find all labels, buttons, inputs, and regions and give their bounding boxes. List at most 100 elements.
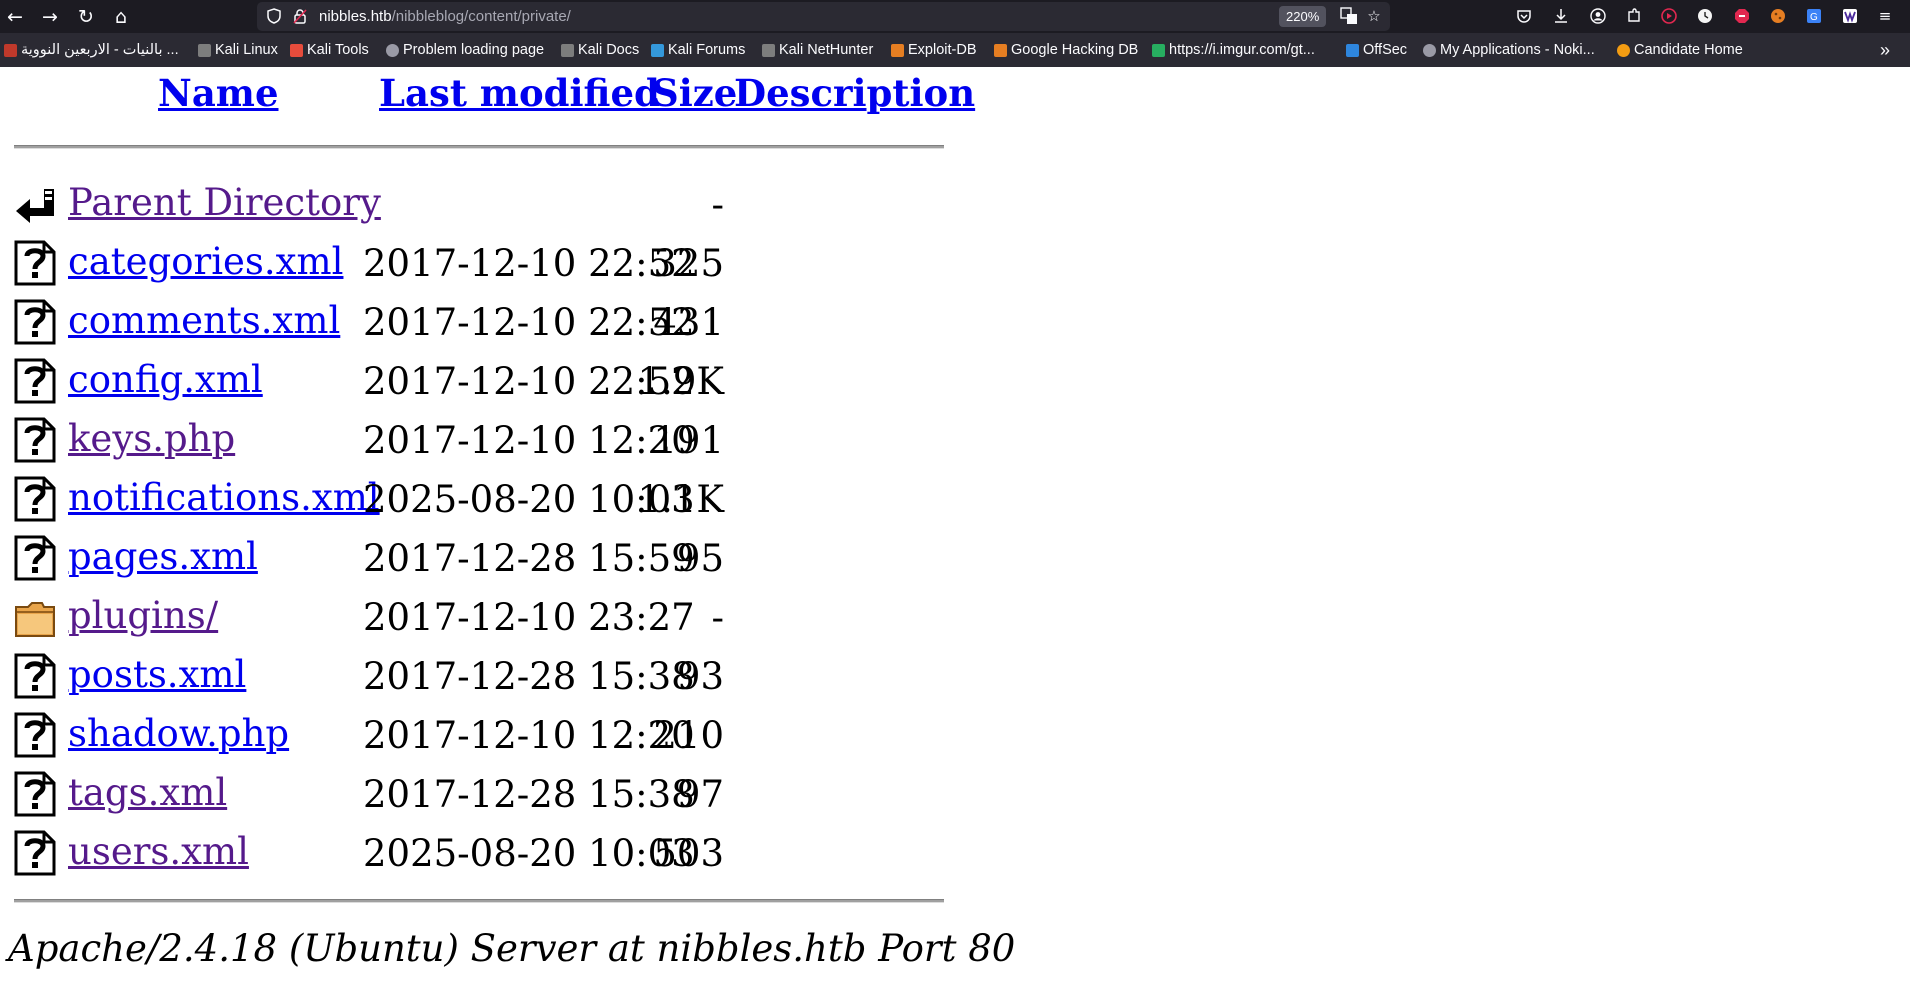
file-size: 93 bbox=[676, 655, 724, 698]
file-link[interactable]: tags.xml bbox=[68, 771, 227, 814]
bookmarks-overflow-chevron-icon[interactable]: » bbox=[1880, 40, 1890, 60]
translate-extension-icon[interactable]: G bbox=[1803, 5, 1825, 27]
file-link[interactable]: users.xml bbox=[68, 830, 249, 873]
bookmark-item[interactable]: Problem loading page bbox=[386, 41, 544, 59]
table-row: posts.xml 2017-12-28 15:38 93 bbox=[0, 647, 960, 703]
bookmark-item[interactable]: Exploit-DB bbox=[891, 41, 977, 59]
clock-extension-icon[interactable] bbox=[1694, 5, 1716, 27]
file-date: 2017-12-28 15:38 bbox=[363, 773, 695, 816]
bookmark-item[interactable]: Google Hacking DB bbox=[994, 41, 1138, 59]
download-icon[interactable] bbox=[1550, 5, 1572, 27]
bookmark-label: OffSec bbox=[1363, 42, 1408, 58]
file-size: - bbox=[711, 596, 724, 639]
bookmark-label: Kali Linux bbox=[215, 42, 278, 58]
file-date: 2017-12-10 22:52 bbox=[363, 242, 695, 285]
column-header-size[interactable]: Size bbox=[652, 71, 737, 115]
unknown-file-icon[interactable] bbox=[14, 240, 56, 286]
file-link[interactable]: shadow.php bbox=[68, 712, 289, 755]
file-link[interactable]: config.xml bbox=[68, 358, 263, 401]
bookmark-label: Kali Tools bbox=[307, 42, 369, 58]
forward-arrow-icon[interactable]: → bbox=[37, 4, 63, 30]
file-size: 210 bbox=[653, 714, 724, 757]
bookmark-item[interactable]: Candidate Home bbox=[1617, 41, 1743, 59]
account-icon[interactable] bbox=[1587, 5, 1609, 27]
file-size: 1.1K bbox=[637, 478, 724, 521]
bookmark-favicon-icon bbox=[4, 43, 17, 57]
pocket-icon[interactable] bbox=[1513, 5, 1535, 27]
bookmark-item[interactable]: OffSec bbox=[1346, 41, 1407, 59]
unknown-file-icon[interactable] bbox=[14, 476, 56, 522]
address-bar[interactable]: nibbles.htb/nibbleblog/content/private/ … bbox=[257, 2, 1390, 31]
ghdb-icon bbox=[994, 43, 1007, 57]
kali-tools-icon bbox=[290, 43, 303, 57]
globe-icon bbox=[386, 43, 399, 57]
unknown-file-icon[interactable] bbox=[14, 358, 56, 404]
unknown-file-icon[interactable] bbox=[14, 535, 56, 581]
bookmark-item[interactable]: Kali Tools bbox=[290, 41, 369, 59]
reload-icon[interactable]: ↻ bbox=[73, 4, 99, 30]
url-host: nibbles.htb bbox=[319, 8, 392, 25]
menu-icon[interactable]: ≡ bbox=[1874, 5, 1896, 27]
home-icon[interactable]: ⌂ bbox=[108, 4, 134, 30]
bookmark-item[interactable]: Kali Docs bbox=[561, 41, 639, 59]
file-link[interactable]: categories.xml bbox=[68, 240, 343, 283]
file-size: 325 bbox=[653, 242, 724, 285]
bookmark-label: https://i.imgur.com/gt... bbox=[1169, 42, 1315, 58]
file-size: 503 bbox=[653, 832, 724, 875]
unknown-file-icon[interactable] bbox=[14, 653, 56, 699]
back-arrow-icon[interactable] bbox=[14, 181, 56, 227]
cookie-extension-icon[interactable] bbox=[1767, 5, 1789, 27]
bookmark-star-icon[interactable]: ☆ bbox=[1363, 5, 1385, 27]
column-header-description[interactable]: Description bbox=[734, 71, 975, 115]
unknown-file-icon[interactable] bbox=[14, 830, 56, 876]
column-header-last-modified[interactable]: Last modified bbox=[379, 71, 660, 115]
bookmark-label: Kali Forums bbox=[668, 42, 746, 58]
unknown-file-icon[interactable] bbox=[14, 417, 56, 463]
bookmark-item[interactable]: My Applications - Noki... bbox=[1423, 41, 1595, 59]
zoom-level-badge[interactable]: 220% bbox=[1279, 6, 1327, 27]
file-link[interactable]: Parent Directory bbox=[68, 181, 381, 224]
footer-divider bbox=[14, 899, 944, 903]
file-link[interactable]: plugins/ bbox=[68, 594, 218, 637]
file-date: 2017-12-10 12:20 bbox=[363, 419, 695, 462]
unknown-file-icon[interactable] bbox=[14, 771, 56, 817]
adblock-extension-icon[interactable] bbox=[1731, 5, 1753, 27]
file-date: 2017-12-10 22:52 bbox=[363, 301, 695, 344]
table-row: Parent Directory - bbox=[0, 175, 960, 231]
table-row: config.xml 2017-12-10 22:52 1.9K bbox=[0, 352, 960, 408]
unknown-file-icon[interactable] bbox=[14, 712, 56, 758]
bookmark-label: Google Hacking DB bbox=[1011, 42, 1139, 58]
file-link[interactable]: keys.php bbox=[68, 417, 235, 460]
file-link[interactable]: posts.xml bbox=[68, 653, 246, 696]
file-link[interactable]: notifications.xml bbox=[68, 476, 380, 519]
globe-icon bbox=[1423, 43, 1436, 57]
browser-toolbar: ← → ↻ ⌂ nibbles.htb/nibbleblog/content/p… bbox=[0, 0, 1910, 33]
bookmark-item[interactable]: بالنيات - الاربعين النووية ... bbox=[4, 41, 179, 59]
wappalyzer-extension-icon[interactable] bbox=[1839, 5, 1861, 27]
shield-icon[interactable] bbox=[263, 5, 285, 27]
extensions-icon[interactable] bbox=[1623, 5, 1645, 27]
file-link[interactable]: pages.xml bbox=[68, 535, 258, 578]
bookmark-label: Kali Docs bbox=[578, 42, 640, 58]
header-divider bbox=[14, 145, 944, 149]
bookmark-label: Problem loading page bbox=[403, 42, 545, 58]
bookmark-item[interactable]: Kali NetHunter bbox=[762, 41, 873, 59]
bookmark-item[interactable]: Kali Linux bbox=[198, 41, 278, 59]
back-arrow-icon[interactable]: ← bbox=[2, 4, 28, 30]
column-header-name[interactable]: Name bbox=[158, 71, 279, 115]
bookmark-label: Kali NetHunter bbox=[779, 42, 874, 58]
file-size: 97 bbox=[676, 773, 724, 816]
unknown-file-icon[interactable] bbox=[14, 299, 56, 345]
bookmark-item[interactable]: Kali Forums bbox=[651, 41, 745, 59]
record-extension-icon[interactable] bbox=[1658, 5, 1680, 27]
translate-icon[interactable] bbox=[1338, 5, 1360, 27]
table-row: notifications.xml 2025-08-20 10:03 1.1K bbox=[0, 470, 960, 526]
url-text[interactable]: nibbles.htb/nibbleblog/content/private/ bbox=[319, 8, 571, 25]
file-link[interactable]: comments.xml bbox=[68, 299, 340, 342]
bookmark-item[interactable]: https://i.imgur.com/gt... bbox=[1152, 41, 1315, 59]
table-row: shadow.php 2017-12-10 12:20 210 bbox=[0, 706, 960, 762]
table-row: comments.xml 2017-12-10 22:52 431 bbox=[0, 293, 960, 349]
kali-forums-icon bbox=[651, 43, 664, 57]
folder-icon[interactable] bbox=[14, 594, 56, 640]
insecure-lock-icon[interactable] bbox=[289, 5, 311, 27]
